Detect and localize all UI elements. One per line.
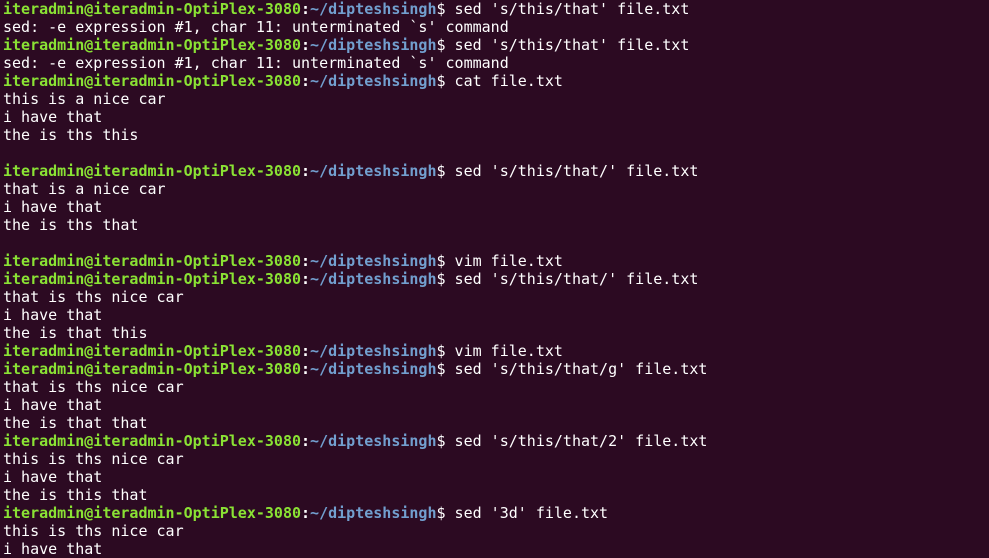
terminal-window[interactable]: iteradmin@iteradmin-OptiPlex-3080:~/dipt… xyxy=(0,0,989,558)
prompt-line: iteradmin@iteradmin-OptiPlex-3080:~/dipt… xyxy=(3,432,989,450)
command-text: sed 's/this/that/' file.txt xyxy=(454,270,699,288)
prompt-separator: : xyxy=(301,72,311,90)
prompt-separator: : xyxy=(301,36,311,54)
prompt-path: ~/dipteshsingh xyxy=(310,432,437,450)
prompt-separator: : xyxy=(301,342,311,360)
prompt-symbol: $ xyxy=(436,270,455,288)
prompt-separator: : xyxy=(301,360,311,378)
output-line: the is that that xyxy=(3,414,148,432)
command-text: sed 's/this/that' file.txt xyxy=(454,0,690,18)
prompt-line: iteradmin@iteradmin-OptiPlex-3080:~/dipt… xyxy=(3,270,989,288)
prompt-symbol: $ xyxy=(436,342,455,360)
command-text: vim file.txt xyxy=(454,252,563,270)
output-line: this is ths nice car xyxy=(3,522,184,540)
output-line: i have that xyxy=(3,306,103,324)
prompt-path: ~/dipteshsingh xyxy=(310,270,437,288)
prompt-separator: : xyxy=(301,0,311,18)
prompt-path: ~/dipteshsingh xyxy=(310,72,437,90)
output-line: sed: -e expression #1, char 11: untermin… xyxy=(3,18,509,36)
output-line: the is that this xyxy=(3,324,148,342)
output-line: i have that xyxy=(3,108,103,126)
prompt-separator: : xyxy=(301,162,311,180)
prompt-user-host: iteradmin@iteradmin-OptiPlex-3080 xyxy=(3,36,302,54)
prompt-line: iteradmin@iteradmin-OptiPlex-3080:~/dipt… xyxy=(3,72,989,90)
output-line: the is this that xyxy=(3,486,148,504)
prompt-path: ~/dipteshsingh xyxy=(310,252,437,270)
prompt-user-host: iteradmin@iteradmin-OptiPlex-3080 xyxy=(3,162,302,180)
prompt-separator: : xyxy=(301,504,311,522)
prompt-user-host: iteradmin@iteradmin-OptiPlex-3080 xyxy=(3,72,302,90)
prompt-user-host: iteradmin@iteradmin-OptiPlex-3080 xyxy=(3,0,302,18)
command-text: vim file.txt xyxy=(454,342,563,360)
prompt-line: iteradmin@iteradmin-OptiPlex-3080:~/dipt… xyxy=(3,360,989,378)
prompt-line: iteradmin@iteradmin-OptiPlex-3080:~/dipt… xyxy=(3,342,989,360)
prompt-symbol: $ xyxy=(436,36,455,54)
output-line: i have that xyxy=(3,198,103,216)
prompt-separator: : xyxy=(301,252,311,270)
command-text: sed 's/this/that/g' file.txt xyxy=(454,360,708,378)
output-line: this is ths nice car xyxy=(3,450,184,468)
command-text: sed 's/this/that/' file.txt xyxy=(454,162,699,180)
prompt-path: ~/dipteshsingh xyxy=(310,162,437,180)
prompt-separator: : xyxy=(301,270,311,288)
prompt-line: iteradmin@iteradmin-OptiPlex-3080:~/dipt… xyxy=(3,504,989,522)
prompt-symbol: $ xyxy=(436,162,455,180)
prompt-line: iteradmin@iteradmin-OptiPlex-3080:~/dipt… xyxy=(3,162,989,180)
prompt-line: iteradmin@iteradmin-OptiPlex-3080:~/dipt… xyxy=(3,252,989,270)
output-line: the is ths that xyxy=(3,216,139,234)
output-line: the is ths this xyxy=(3,126,139,144)
command-text: cat file.txt xyxy=(454,72,563,90)
prompt-symbol: $ xyxy=(436,360,455,378)
prompt-user-host: iteradmin@iteradmin-OptiPlex-3080 xyxy=(3,360,302,378)
prompt-symbol: $ xyxy=(436,252,455,270)
prompt-user-host: iteradmin@iteradmin-OptiPlex-3080 xyxy=(3,252,302,270)
prompt-user-host: iteradmin@iteradmin-OptiPlex-3080 xyxy=(3,270,302,288)
prompt-symbol: $ xyxy=(436,72,455,90)
prompt-path: ~/dipteshsingh xyxy=(310,0,437,18)
prompt-symbol: $ xyxy=(436,0,455,18)
prompt-user-host: iteradmin@iteradmin-OptiPlex-3080 xyxy=(3,432,302,450)
prompt-line: iteradmin@iteradmin-OptiPlex-3080:~/dipt… xyxy=(3,36,989,54)
prompt-path: ~/dipteshsingh xyxy=(310,36,437,54)
output-line: that is a nice car xyxy=(3,180,166,198)
prompt-user-host: iteradmin@iteradmin-OptiPlex-3080 xyxy=(3,342,302,360)
prompt-path: ~/dipteshsingh xyxy=(310,342,437,360)
prompt-user-host: iteradmin@iteradmin-OptiPlex-3080 xyxy=(3,504,302,522)
command-text: sed 's/this/that/2' file.txt xyxy=(454,432,708,450)
output-line: this is a nice car xyxy=(3,90,166,108)
output-line: i have that xyxy=(3,468,103,486)
prompt-symbol: $ xyxy=(436,432,455,450)
output-line: that is ths nice car xyxy=(3,288,184,306)
output-line: sed: -e expression #1, char 11: untermin… xyxy=(3,54,509,72)
command-text: sed 's/this/that' file.txt xyxy=(454,36,690,54)
prompt-path: ~/dipteshsingh xyxy=(310,360,437,378)
prompt-separator: : xyxy=(301,432,311,450)
prompt-symbol: $ xyxy=(436,504,455,522)
output-line: i have that xyxy=(3,540,103,558)
output-line: that is ths nice car xyxy=(3,378,184,396)
output-line: i have that xyxy=(3,396,103,414)
prompt-line: iteradmin@iteradmin-OptiPlex-3080:~/dipt… xyxy=(3,0,989,18)
prompt-path: ~/dipteshsingh xyxy=(310,504,437,522)
command-text: sed '3d' file.txt xyxy=(454,504,609,522)
